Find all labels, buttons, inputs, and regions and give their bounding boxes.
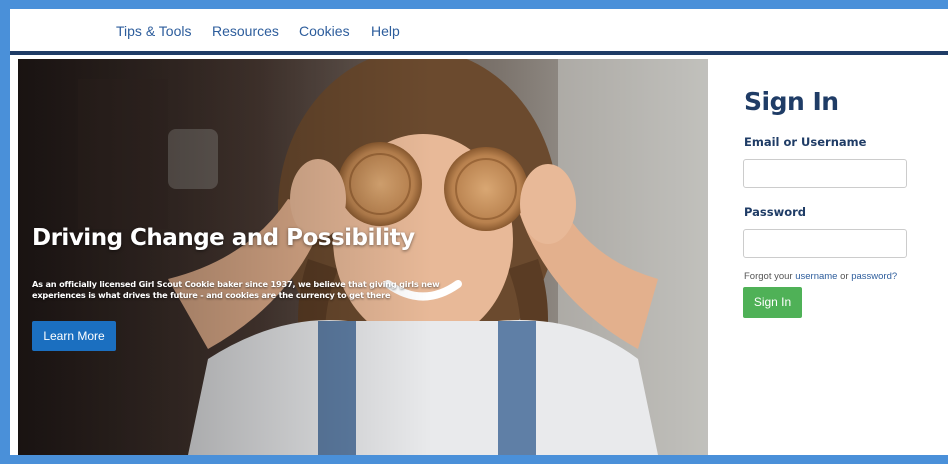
nav-item-help[interactable]: Help	[371, 23, 400, 39]
nav-item-tips-tools[interactable]: Tips & Tools	[116, 23, 191, 39]
signin-title: Sign In	[744, 87, 839, 116]
email-field[interactable]	[743, 159, 907, 188]
forgot-prefix: Forgot your	[744, 271, 793, 282]
nav-item-cookies[interactable]: Cookies	[299, 23, 350, 39]
hero-title: Driving Change and Possibility	[32, 225, 415, 251]
hero-image	[18, 59, 708, 455]
forgot-credentials: Forgot your username or password?	[744, 271, 897, 282]
learn-more-button[interactable]: Learn More	[32, 321, 116, 351]
email-label: Email or Username	[744, 135, 867, 149]
page-frame: Tips & Tools Resources Cookies Help Driv…	[10, 9, 948, 455]
signin-button[interactable]: Sign In	[743, 287, 802, 318]
forgot-password-link[interactable]: password?	[851, 271, 897, 282]
signin-panel: Sign In Email or Username Password Forgo…	[708, 59, 948, 455]
hero-banner: Driving Change and Possibility As an off…	[18, 59, 708, 455]
password-label: Password	[744, 205, 806, 219]
password-field[interactable]	[743, 229, 907, 258]
top-nav: Tips & Tools Resources Cookies Help	[10, 9, 948, 55]
forgot-username-link[interactable]: username	[795, 271, 837, 282]
nav-item-resources[interactable]: Resources	[212, 23, 279, 39]
hero-description: As an officially licensed Girl Scout Coo…	[32, 279, 440, 300]
forgot-or: or	[840, 271, 849, 282]
